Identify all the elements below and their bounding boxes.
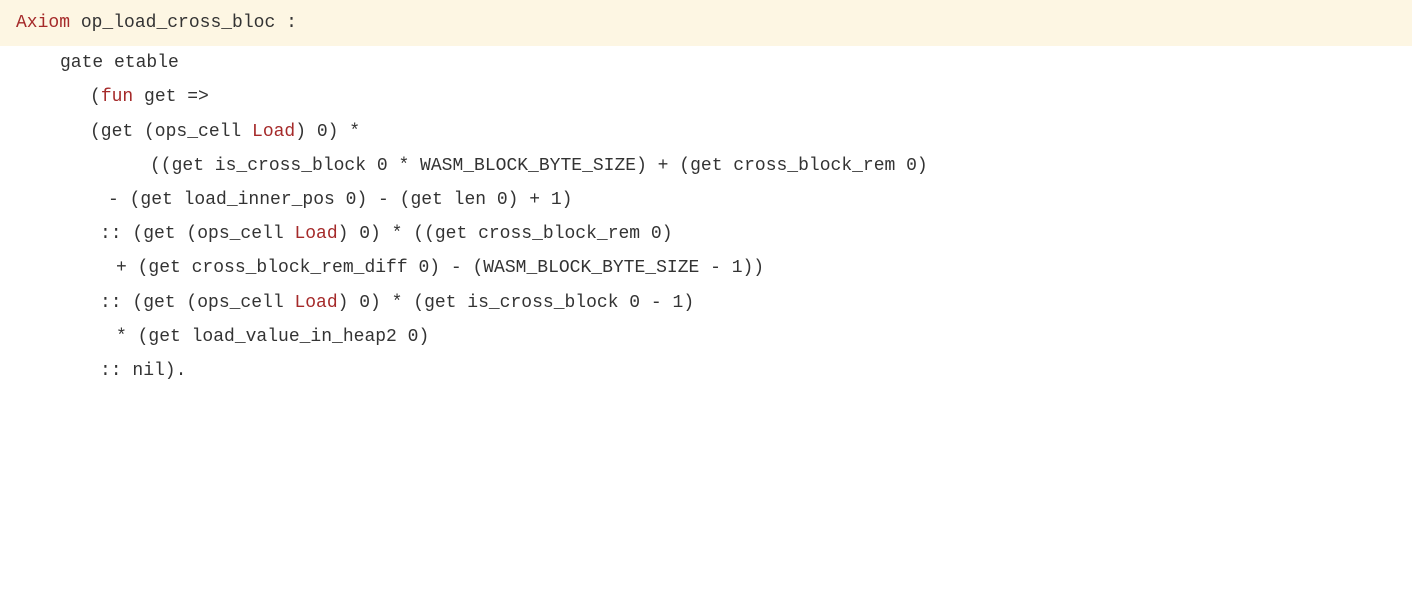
code-line-11: :: nil).: [0, 354, 1412, 388]
code-line-10: * (get load_value_in_heap2 0): [0, 320, 1412, 354]
code-line-6: - (get load_inner_pos 0) - (get len 0) +…: [0, 183, 1412, 217]
code-line-8: + (get cross_block_rem_diff 0) - (WASM_B…: [0, 251, 1412, 285]
code-block: Axiom op_load_cross_bloc : gate etable (…: [0, 0, 1412, 388]
constructor-load: Load: [294, 224, 337, 244]
code-line-1: Axiom op_load_cross_bloc :: [0, 0, 1412, 46]
code-line-3: (fun get =>: [0, 80, 1412, 114]
code-line-2: gate etable: [0, 46, 1412, 80]
constructor-load: Load: [294, 293, 337, 313]
keyword-fun: fun: [101, 87, 133, 107]
constructor-load: Load: [252, 122, 295, 142]
code-line-5: ((get is_cross_block 0 * WASM_BLOCK_BYTE…: [0, 149, 1412, 183]
code-line-7: :: (get (ops_cell Load) 0) * ((get cross…: [0, 217, 1412, 251]
code-line-9: :: (get (ops_cell Load) 0) * (get is_cro…: [0, 286, 1412, 320]
axiom-name: op_load_cross_bloc :: [70, 13, 297, 33]
code-line-4: (get (ops_cell Load) 0) *: [0, 115, 1412, 149]
keyword-axiom: Axiom: [16, 13, 70, 33]
